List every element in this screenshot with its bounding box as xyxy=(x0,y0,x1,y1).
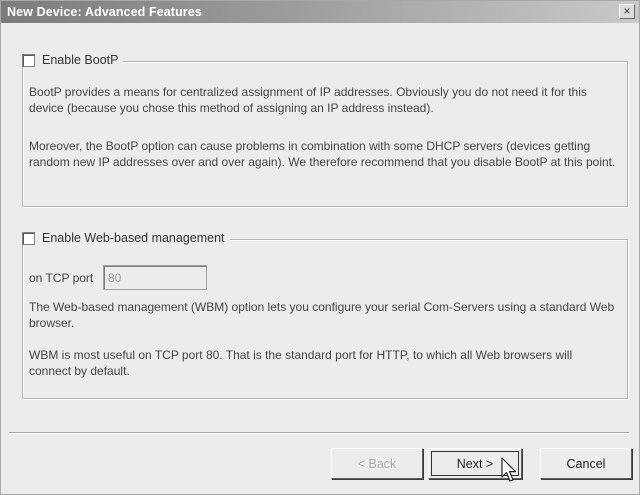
footer-separator xyxy=(9,432,629,434)
wbm-description-1: The Web-based management (WBM) option le… xyxy=(29,300,615,330)
bootp-description-2: Moreover, the BootP option can cause pro… xyxy=(29,139,616,169)
back-button[interactable]: < Back xyxy=(331,448,423,479)
enable-bootp-label[interactable]: Enable BootP xyxy=(42,53,118,67)
bootp-description-1: BootP provides a means for centralized a… xyxy=(29,85,587,115)
wbm-description-2: WBM is most useful on TCP port 80. That … xyxy=(29,348,573,378)
enable-wbm-label[interactable]: Enable Web-based management xyxy=(42,231,225,245)
wbm-group: Enable Web-based management on TCP port … xyxy=(22,231,628,399)
cancel-button[interactable]: Cancel xyxy=(540,448,632,479)
enable-bootp-checkbox[interactable] xyxy=(22,53,35,67)
bootp-legend: Enable BootP xyxy=(22,53,124,67)
wbm-legend: Enable Web-based management xyxy=(22,231,230,245)
tcp-port-input[interactable] xyxy=(103,265,207,290)
enable-wbm-checkbox[interactable] xyxy=(22,231,35,245)
dialog-window: New Device: Advanced Features × Enable B… xyxy=(0,0,640,495)
title-bar[interactable]: New Device: Advanced Features × xyxy=(1,1,639,23)
bootp-group: Enable BootP BootP provides a means for … xyxy=(22,53,628,207)
close-icon: × xyxy=(623,4,631,18)
window-title: New Device: Advanced Features xyxy=(7,5,202,19)
arrow-pointer-icon xyxy=(501,457,517,482)
close-button[interactable]: × xyxy=(619,4,635,19)
tcp-port-label: on TCP port xyxy=(29,271,94,285)
